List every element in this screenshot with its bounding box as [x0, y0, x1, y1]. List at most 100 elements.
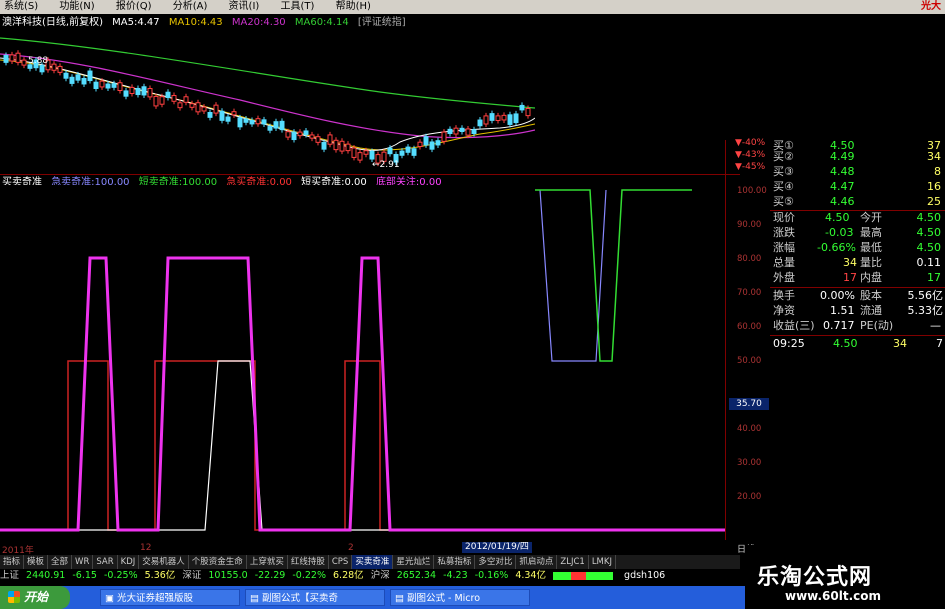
- ma20-label: MA20:4.30: [231, 17, 286, 28]
- fund-row-3: 收益(三) 0.717 PE(动) —: [725, 318, 945, 333]
- price-chart-title: 澳洋科技(日线,前复权) MA5:4.47 MA10:4.43 MA20:4.3…: [2, 16, 412, 29]
- hs-percent: -0.16%: [474, 570, 509, 581]
- tab-item[interactable]: ZLJC1: [557, 555, 589, 569]
- x-label-month-12: 12: [140, 543, 152, 553]
- candle-body: [453, 127, 459, 135]
- price-chart[interactable]: [0, 30, 535, 172]
- tab-item[interactable]: 买卖奇准: [352, 555, 394, 569]
- buy-price: 4.49: [830, 150, 855, 163]
- stat-label: 总量: [773, 256, 795, 269]
- tick-row[interactable]: 09:25 4.50 34 7: [725, 336, 945, 351]
- sh-label[interactable]: 上证: [0, 570, 19, 581]
- stat-value: -0.66%: [817, 241, 856, 254]
- menu-system[interactable]: 系统(S): [0, 0, 38, 14]
- tab-item[interactable]: 星光灿烂: [393, 555, 435, 569]
- candle-body: [15, 52, 21, 63]
- candle-body: [243, 118, 249, 123]
- taskbar-item-formula-2[interactable]: ▤ 副图公式 - Micro: [390, 589, 530, 606]
- candle-body: [297, 131, 303, 137]
- stock-name: 澳洋科技(日线,前复权): [2, 17, 103, 28]
- tab-item[interactable]: 模板: [24, 555, 49, 569]
- candle-body: [333, 139, 339, 151]
- candle-body: [489, 113, 495, 121]
- tab-item[interactable]: SAR: [93, 555, 118, 569]
- indicator-chart[interactable]: [0, 185, 725, 540]
- quote-panel: 买① 4.50 37 买② 4.49 34 买③ 4.48 8 买④ 4.47 …: [725, 139, 945, 540]
- tab-item[interactable]: CPS: [329, 555, 353, 569]
- fund-row-1: 换手 0.00% 股本 5.56亿: [725, 288, 945, 303]
- tab-item[interactable]: 抓启动点: [516, 555, 558, 569]
- candle-body: [267, 126, 273, 131]
- candle-body: [171, 95, 177, 102]
- candle-body: [177, 102, 183, 109]
- taskbar-item-formula-1[interactable]: ▤ 副图公式【买卖奇: [245, 589, 385, 606]
- menu-analysis[interactable]: 分析(A): [169, 0, 208, 14]
- stat-value: 4.50: [916, 211, 942, 224]
- buy-row-5[interactable]: 买⑤ 4.46 25: [725, 194, 945, 209]
- market-breadth-bars-icon: [553, 571, 614, 580]
- stat-value: 4.50: [825, 211, 850, 224]
- tab-item[interactable]: 全部: [48, 555, 73, 569]
- candle-body: [285, 131, 291, 138]
- stat-label: 内盘: [860, 271, 882, 284]
- fund-value: 5.33亿: [907, 304, 944, 317]
- candle-body: [63, 72, 69, 79]
- document-icon: ▤: [395, 593, 407, 604]
- candle-body: [219, 110, 225, 121]
- stat-label: 最低: [860, 241, 882, 254]
- tab-item[interactable]: 私募指标: [434, 555, 476, 569]
- stat-row-2: 涨跌 -0.03 最高 4.50: [725, 225, 945, 240]
- fund-value: 0.717: [823, 319, 855, 332]
- tab-item[interactable]: WR: [72, 555, 94, 569]
- stat-label: 最高: [860, 226, 882, 239]
- buy-row-2[interactable]: 买② 4.49 34: [725, 149, 945, 164]
- candle-body: [423, 136, 429, 146]
- menu-info[interactable]: 资讯(I): [225, 0, 260, 14]
- fund-value: 5.56亿: [907, 289, 944, 302]
- menu-function[interactable]: 功能(N): [55, 0, 94, 14]
- buy-row-3[interactable]: 买③ 4.48 8: [725, 164, 945, 179]
- candle-body: [57, 65, 63, 73]
- stat-label: 外盘: [773, 271, 795, 284]
- candle-body: [129, 86, 135, 94]
- candle-body: [93, 81, 99, 89]
- tab-item[interactable]: 指标: [0, 555, 25, 569]
- tab-item[interactable]: 交易机器人: [139, 555, 189, 569]
- menu-tools[interactable]: 工具(T): [277, 0, 315, 14]
- tab-item[interactable]: 多空对比: [475, 555, 517, 569]
- ma10-label: MA10:4.43: [168, 17, 223, 28]
- menu-help[interactable]: 帮助(H): [332, 0, 371, 14]
- ma60-label: MA60:4.14: [294, 17, 349, 28]
- stat-value: 4.50: [916, 241, 942, 254]
- buy-label: 买④: [773, 180, 794, 193]
- tab-item[interactable]: 红线持股: [288, 555, 329, 569]
- candle-body: [459, 127, 465, 133]
- tab-item[interactable]: KDJ: [118, 555, 140, 569]
- tab-item[interactable]: 上穿就买: [247, 555, 288, 569]
- taskbar-item-securities-app[interactable]: ▣ 光大证券超强版股: [100, 589, 240, 606]
- stat-value: 34: [843, 256, 857, 269]
- menu-quote[interactable]: 报价(Q): [112, 0, 152, 14]
- tab-item[interactable]: 个股资金生命: [189, 555, 247, 569]
- buy-row-4[interactable]: 买④ 4.47 16: [725, 179, 945, 194]
- watermark-title: 乐淘公式网: [757, 565, 873, 590]
- candle-body: [399, 150, 405, 156]
- stat-label: 涨幅: [773, 241, 795, 254]
- tick-extra: 7: [936, 337, 943, 350]
- candle-body: [357, 152, 363, 161]
- stat-value: 0.11: [916, 256, 942, 269]
- index-badge[interactable]: [评证统指]: [358, 17, 406, 28]
- hs-label[interactable]: 沪深: [371, 570, 390, 581]
- start-button[interactable]: 开始: [0, 586, 70, 609]
- server-name[interactable]: gdsh106: [624, 570, 665, 581]
- cursor-date-label: 2012/01/19/四: [462, 542, 532, 553]
- fund-label: 流通: [860, 304, 882, 317]
- candle-body: [147, 88, 153, 98]
- candle-body: [315, 136, 321, 143]
- candle-body: [291, 131, 297, 141]
- sz-label[interactable]: 深证: [182, 570, 201, 581]
- candle-body: [183, 96, 189, 103]
- stat-value: 4.50: [916, 226, 942, 239]
- tab-item[interactable]: LMKJ: [589, 555, 616, 569]
- taskbar-item-label: 副图公式【买卖奇: [262, 593, 339, 604]
